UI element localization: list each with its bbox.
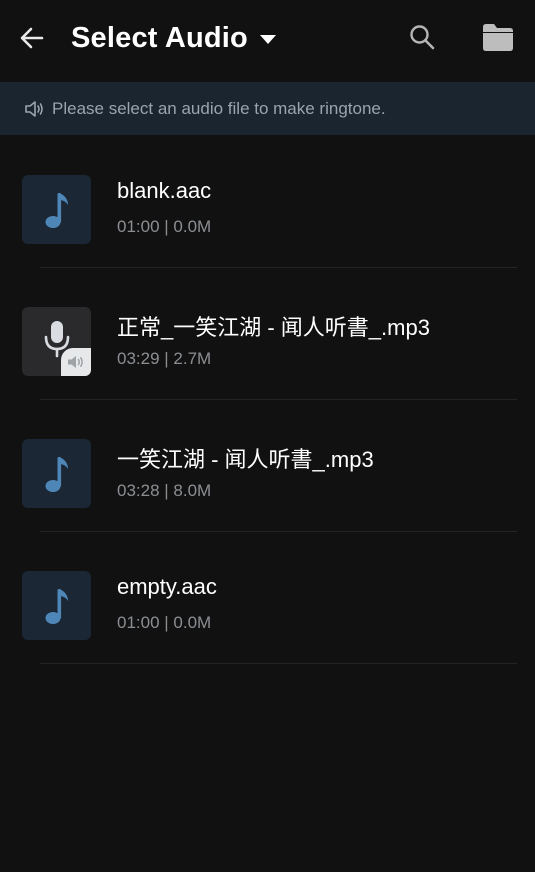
- file-meta: 01:00 | 0.0M: [117, 613, 212, 632]
- audio-file-list: blank.aac 01:00 | 0.0M 正常_一笑江湖 - 闻人听書_.m…: [0, 136, 535, 664]
- divider: [40, 663, 517, 664]
- file-duration: 01:00: [117, 613, 160, 632]
- search-icon: [410, 25, 435, 50]
- file-name: blank.aac: [117, 178, 212, 203]
- audio-badge: [61, 348, 91, 376]
- file-duration: 03:29: [117, 349, 160, 368]
- app-bar: Select Audio: [0, 0, 535, 80]
- title-dropdown[interactable]: Select Audio: [71, 18, 276, 58]
- file-meta: 03:29 | 2.7M: [117, 349, 212, 368]
- audio-thumbnail: [22, 571, 91, 640]
- list-item[interactable]: 正常_一笑江湖 - 闻人听書_.mp3 03:29 | 2.7M: [0, 268, 535, 400]
- file-name: 一笑江湖 - 闻人听書_.mp3: [117, 447, 374, 472]
- file-name: 正常_一笑江湖 - 闻人听書_.mp3: [117, 315, 430, 340]
- file-duration: 01:00: [117, 217, 160, 236]
- music-note-icon: [45, 456, 68, 492]
- file-size: 0.0M: [173, 613, 212, 632]
- file-size: 0.0M: [173, 217, 212, 236]
- file-meta: 01:00 | 0.0M: [117, 217, 212, 236]
- folder-button[interactable]: [478, 18, 518, 56]
- folder-icon: [483, 24, 513, 51]
- music-note-icon: [45, 192, 68, 228]
- list-item[interactable]: blank.aac 01:00 | 0.0M: [0, 136, 535, 268]
- audio-thumbnail: [22, 175, 91, 244]
- file-size: 2.7M: [173, 349, 212, 368]
- file-duration: 03:28: [117, 481, 160, 500]
- file-meta: 03:28 | 8.0M: [117, 481, 212, 500]
- arrow-left-icon: [20, 27, 44, 49]
- list-item[interactable]: 一笑江湖 - 闻人听書_.mp3 03:28 | 8.0M: [0, 400, 535, 532]
- speaker-icon: [68, 356, 83, 368]
- music-note-icon: [45, 588, 68, 624]
- list-item[interactable]: empty.aac 01:00 | 0.0M: [0, 532, 535, 664]
- back-button[interactable]: [14, 20, 50, 56]
- search-button[interactable]: [404, 19, 440, 55]
- caret-down-icon: [259, 35, 276, 44]
- notice-text: Please select an audio file to make ring…: [52, 98, 386, 118]
- audio-thumbnail: [22, 439, 91, 508]
- speaker-icon: [24, 99, 44, 119]
- file-size: 8.0M: [173, 481, 212, 500]
- file-name: empty.aac: [117, 574, 217, 599]
- audio-thumbnail: [22, 307, 91, 376]
- notice-banner: Please select an audio file to make ring…: [0, 82, 535, 135]
- page-title: Select Audio: [71, 21, 248, 54]
